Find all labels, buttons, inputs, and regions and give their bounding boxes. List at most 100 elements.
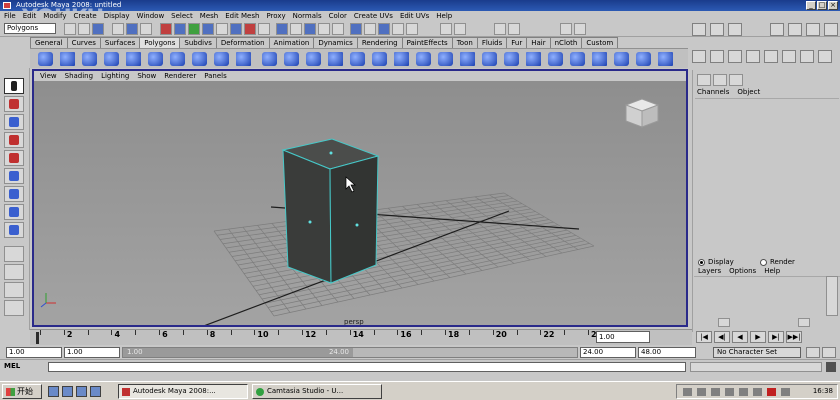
mask-rendering-icon[interactable] (244, 23, 256, 35)
menu-edit-uvs[interactable]: Edit UVs (400, 11, 429, 21)
poly-soccer-icon[interactable] (262, 52, 277, 66)
animation-prefs-button[interactable] (822, 347, 836, 358)
tab-surfaces[interactable]: Surfaces (99, 37, 141, 48)
layer-scroll-left-button[interactable] (718, 318, 730, 327)
combine-icon[interactable] (284, 52, 299, 66)
render-layer-radio[interactable]: Render (760, 258, 795, 266)
poly-pyramid-icon[interactable] (192, 52, 207, 66)
input-mode-icon[interactable] (454, 23, 466, 35)
tab-fur[interactable]: Fur (506, 37, 528, 48)
shelf-extra-7-icon[interactable] (800, 50, 814, 63)
bevel-icon[interactable] (526, 52, 541, 66)
options-menu[interactable]: Options (729, 267, 756, 275)
layer-scrollbar[interactable] (826, 276, 838, 316)
layout-side-by-side-button[interactable] (4, 282, 24, 298)
auto-map-icon[interactable] (658, 52, 673, 66)
open-scene-icon[interactable] (78, 23, 90, 35)
poly-plane-icon[interactable] (126, 52, 141, 66)
menu-mesh[interactable]: Mesh (200, 11, 218, 21)
layer-help-menu[interactable]: Help (764, 267, 780, 275)
delete-edge-icon[interactable] (592, 52, 607, 66)
panel-menu-view[interactable]: View (40, 71, 57, 81)
tray-help-icon[interactable] (711, 388, 720, 396)
panel-menu-lighting[interactable]: Lighting (101, 71, 129, 81)
poly-helix-icon[interactable] (236, 52, 251, 66)
box-side-face[interactable] (329, 155, 379, 284)
ipr-render-icon[interactable] (392, 23, 404, 35)
start-button[interactable]: 开始 (2, 384, 42, 399)
box-front-face[interactable] (282, 149, 332, 284)
menu-modify[interactable]: Modify (43, 11, 66, 21)
shelf-extra-6-icon[interactable] (782, 50, 796, 63)
channels-menu[interactable]: Channels (697, 88, 729, 96)
select-tool[interactable] (4, 78, 24, 94)
tab-rendering[interactable]: Rendering (356, 37, 403, 48)
tray-ime-icon[interactable] (739, 388, 748, 396)
save-scene-icon[interactable] (92, 23, 104, 35)
poly-cone-icon[interactable] (104, 52, 119, 66)
shelf-extra-4-icon[interactable] (746, 50, 760, 63)
layout-outliner-button[interactable] (4, 300, 24, 316)
select-component-icon[interactable] (140, 23, 152, 35)
taskbar-item-maya[interactable]: Autodesk Maya 2008:... (118, 384, 248, 399)
tray-volume-icon[interactable] (753, 388, 762, 396)
poly-sphere-icon[interactable] (38, 52, 53, 66)
extract-icon[interactable] (328, 52, 343, 66)
panel-menu-show[interactable]: Show (137, 71, 156, 81)
show-desktop-icon[interactable] (48, 386, 59, 397)
poly-pipe-icon[interactable] (214, 52, 229, 66)
mask-surfaces-icon[interactable] (202, 23, 214, 35)
extrude-icon[interactable] (482, 52, 497, 66)
mask-joints-icon[interactable] (174, 23, 186, 35)
layout-four-pane-button[interactable] (4, 264, 24, 280)
auto-key-button[interactable] (806, 347, 820, 358)
playback-end-field[interactable]: 24.00 (580, 347, 636, 358)
play-forward-button[interactable]: ▶ (750, 331, 766, 343)
tab-subdivs[interactable]: Subdivs (179, 37, 217, 48)
show-channel-box-icon[interactable] (728, 23, 742, 36)
play-backward-button[interactable]: ◀ (732, 331, 748, 343)
menu-proxy[interactable]: Proxy (266, 11, 285, 21)
display-layer-radio[interactable]: Display (698, 258, 734, 266)
character-set-menu[interactable]: No Character Set (713, 347, 801, 358)
tray-keyboard-icon[interactable] (697, 388, 706, 396)
render-radio-dot[interactable] (760, 258, 767, 266)
perspective-viewport[interactable]: View Shading Lighting Show Renderer Pane… (32, 69, 688, 327)
tab-general[interactable]: General (30, 37, 68, 48)
make-live-icon[interactable] (332, 23, 344, 35)
select-hierarchy-icon[interactable] (112, 23, 124, 35)
step-forward-button[interactable]: ▶| (768, 331, 784, 343)
uv-editor-icon[interactable] (614, 52, 629, 66)
viewport-canvas[interactable]: persp (34, 81, 686, 325)
history-icon[interactable] (350, 23, 362, 35)
channel-layer-mode-icon[interactable] (729, 74, 743, 86)
layout-outliner-icon[interactable] (806, 23, 820, 36)
menu-create-uvs[interactable]: Create UVs (354, 11, 393, 21)
boolean-icon[interactable] (372, 52, 387, 66)
menu-file[interactable]: File (4, 11, 16, 21)
tab-polygons[interactable]: Polygons (139, 37, 181, 48)
quick-launch-explorer-icon[interactable] (90, 386, 101, 397)
poly-box-object[interactable] (281, 138, 380, 284)
scale-tool[interactable] (4, 168, 24, 184)
shelf-extra-8-icon[interactable] (818, 50, 832, 63)
panel-menu-panels[interactable]: Panels (204, 71, 227, 81)
tab-curves[interactable]: Curves (66, 37, 101, 48)
merge-icon[interactable] (548, 52, 563, 66)
menu-normals[interactable]: Normals (293, 11, 322, 21)
collapse-icon[interactable] (570, 52, 585, 66)
animation-start-field[interactable]: 1.00 (6, 347, 62, 358)
object-menu[interactable]: Object (737, 88, 760, 96)
menu-help[interactable]: Help (436, 11, 452, 21)
mirror-icon[interactable] (394, 52, 409, 66)
poly-cube-icon[interactable] (60, 52, 75, 66)
mask-curves-icon[interactable] (188, 23, 200, 35)
snap-curve-icon[interactable] (290, 23, 302, 35)
time-slider[interactable]: 24681012141618202224 (30, 329, 692, 345)
snap-grid-icon[interactable] (276, 23, 288, 35)
tray-network-icon[interactable] (683, 388, 692, 396)
move-tool[interactable] (4, 132, 24, 148)
paint-select-tool[interactable] (4, 114, 24, 130)
shelf-extra-1-icon[interactable] (692, 50, 706, 63)
current-time-marker[interactable] (36, 332, 39, 344)
